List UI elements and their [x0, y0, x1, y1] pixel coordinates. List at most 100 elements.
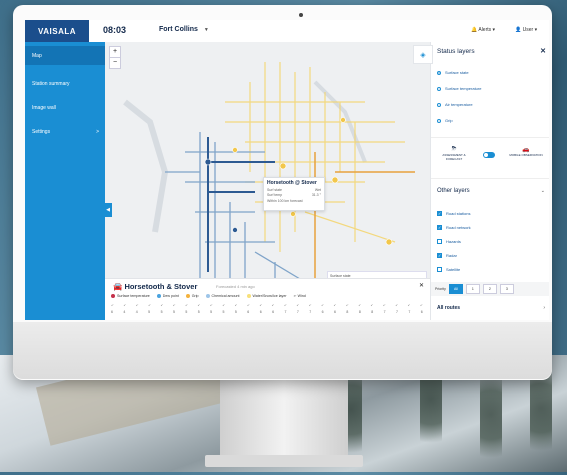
legend-item-label: Wind [297, 294, 306, 299]
priority-option-1[interactable]: 1 [465, 284, 480, 294]
user-menu[interactable]: 👤 User ▾ [515, 27, 537, 33]
wind-speed-value: 6 [247, 310, 250, 314]
forecast-legend: Surface temperature Dew point Grip Chemi… [111, 294, 306, 299]
wind-arrow-icon: ➹ [197, 303, 201, 307]
city-selector[interactable]: Fort Collins ▼ [159, 26, 209, 33]
sidebar-item-map[interactable]: Map [25, 46, 105, 65]
legend-item-dew-point: Dew point [156, 294, 179, 299]
tooltip-label: Surf temp [267, 193, 283, 197]
car-icon: 🚗 [522, 147, 530, 153]
wind-arrow-icon: ➹ [333, 303, 337, 307]
checkbox-road-stations[interactable]: ✓ Road stations [437, 211, 470, 216]
checkbox-label: Road network [446, 225, 471, 230]
wind-arrow-icon: ➹ [284, 303, 287, 307]
sidebar-item-label: Settings [32, 128, 51, 135]
legend-dot [246, 294, 251, 299]
wind-speed-value: 8 [371, 310, 374, 314]
city-label: Fort Collins [159, 26, 198, 33]
legend-dot [185, 294, 190, 299]
wind-arrow-icon: ➹ [246, 303, 250, 307]
wind-speed-value: 7 [408, 310, 411, 314]
wind-speed-value: 8 [346, 310, 349, 314]
wind-arrow-icon: ➹ [111, 303, 114, 307]
mode-toggle-switch[interactable] [483, 152, 495, 158]
wind-speed-value: 6 [420, 310, 423, 314]
close-icon[interactable]: ✕ [419, 282, 424, 289]
layers-button[interactable]: ◈ [413, 45, 433, 64]
other-layers-title[interactable]: Other layers [437, 188, 470, 194]
mode-assessment-forecast[interactable]: ⛈ ASSESSMENT & FORECAST [437, 146, 471, 161]
radio-label: Air temperature [445, 102, 473, 107]
close-icon[interactable]: ✕ [540, 47, 546, 55]
monitor-chin [13, 322, 552, 379]
sidebar-item-settings[interactable]: Settings > [25, 122, 105, 141]
layers-icon: ◈ [420, 51, 426, 59]
legend-item-label: Surface temperature [117, 294, 150, 298]
legend-item-grip: Grip [185, 294, 199, 299]
wind-arrow-icon: ➹ [160, 303, 164, 307]
checkbox-satellite[interactable]: Satellite [437, 267, 460, 272]
checkbox-label: Hazards [446, 239, 461, 244]
radio-grip[interactable]: Grip [437, 118, 453, 123]
chevron-down-icon[interactable]: ⌄ [541, 188, 545, 194]
sidebar: Map Station summary Image wall Settings > [25, 42, 105, 320]
checkbox-hazards[interactable]: Hazards [437, 239, 461, 244]
wind-arrow-icon: ➹ [259, 303, 263, 307]
radio-surface-state[interactable]: Surface state [437, 70, 469, 75]
priority-filter: Priority All 1 2 3 [431, 282, 549, 296]
forecast-panel: 🚘 Horsetooth & Stover Forecasted 4 min a… [105, 278, 430, 320]
all-routes-item[interactable]: All routes [437, 305, 460, 311]
legend-item-label: Chemical amount [211, 294, 240, 298]
bell-icon: 🔔 [471, 27, 478, 33]
wind-speed-value: 6 [272, 310, 275, 314]
checkbox-radar[interactable]: ✓ Radar [437, 253, 457, 258]
checkbox-indicator [437, 267, 442, 272]
monitor-stand [220, 380, 348, 460]
legend-item-wind: ➳ Wind [294, 294, 306, 298]
legend-item-chemical-amount: Chemical amount [205, 294, 240, 299]
wind-arrow-icon: ➹ [395, 303, 399, 307]
forecast-icon: ⛈ [451, 146, 457, 152]
station-tooltip: Horsetooth @ Stover Surf state Wet Surf t… [263, 177, 325, 211]
legend-item-surface-temperature: Surface temperature [111, 294, 150, 299]
checkbox-road-network[interactable]: ✓ Road network [437, 225, 471, 230]
priority-option-all[interactable]: All [448, 284, 463, 294]
mode-mobile-observation[interactable]: 🚗 MOBILE OBSERVATION [509, 146, 543, 157]
wind-speed-value: 7 [296, 310, 299, 314]
tooltip-value: Wet [314, 187, 321, 192]
tooltip-value: 31.3 ° [311, 193, 321, 197]
legend-item-water-snow-ice: Water/Snow/Ice layer [246, 294, 287, 299]
radio-air-temperature[interactable]: Air temperature [437, 102, 473, 107]
wind-speed-value: 5 [210, 310, 213, 314]
wind-speed-row: 6 4 4 5 5 5 5 5 5 5 5 6 6 6 7 7 7 6 6 8 8 8 7 7 7 6 [111, 310, 423, 314]
mode-label: MOBILE OBSERVATION [509, 153, 543, 157]
user-label: User [522, 27, 534, 33]
tooltip-title: Horsetooth @ Stover [267, 180, 317, 186]
radio-label: Grip [445, 118, 453, 123]
sidebar-item-image-wall[interactable]: Image wall [25, 98, 105, 117]
chevron-right-icon[interactable]: › [543, 305, 545, 311]
sidebar-item-station-summary[interactable]: Station summary [25, 74, 105, 93]
wind-speed-value: 5 [160, 310, 163, 314]
user-icon: 👤 [515, 27, 522, 33]
webcam [299, 13, 303, 17]
checkbox-indicator: ✓ [437, 253, 442, 258]
radio-surface-temperature[interactable]: Surface temperature [437, 86, 481, 91]
priority-option-2[interactable]: 2 [482, 284, 497, 294]
wind-arrow-icon: ➹ [123, 303, 127, 307]
wind-speed-value: 6 [111, 310, 113, 314]
monitor-stand-base [205, 455, 363, 467]
wind-speed-value: 5 [222, 310, 225, 314]
wind-arrow-icon: ➹ [308, 303, 312, 307]
wind-speed-value: 5 [172, 310, 175, 314]
sidebar-collapse-button[interactable]: ◀ [104, 203, 112, 217]
wind-speed-value: 7 [309, 310, 312, 314]
wind-speed-value: 8 [358, 310, 361, 314]
alerts-button[interactable]: 🔔 Alerts ▾ [471, 27, 495, 33]
wind-arrow-icon: ➹ [321, 303, 325, 307]
radio-label: Surface temperature [445, 86, 482, 91]
legend-item-label: Dew point [162, 294, 179, 298]
zoom-out-button[interactable]: − [109, 57, 121, 69]
sidebar-item-label: Image wall [32, 104, 56, 111]
priority-option-3[interactable]: 3 [499, 284, 514, 294]
